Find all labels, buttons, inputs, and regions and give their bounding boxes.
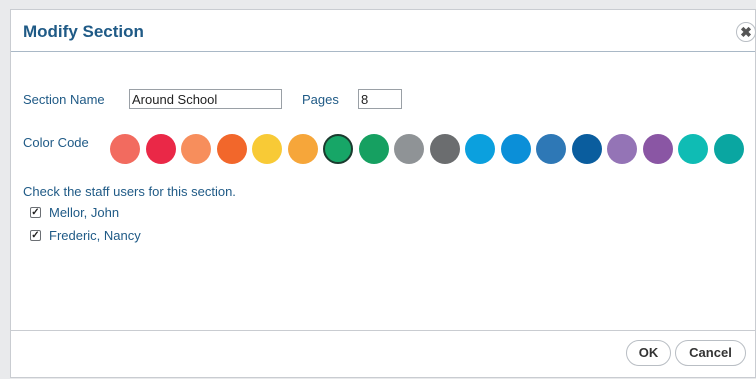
color-swatch[interactable] [429,134,460,164]
color-swatch[interactable] [571,134,602,164]
checkbox[interactable]: ✓ [30,207,41,218]
color-swatch[interactable] [145,134,176,164]
color-swatch[interactable] [216,134,247,164]
staff-name: Frederic, Nancy [49,228,141,243]
color-swatch[interactable] [607,134,637,164]
color-swatch[interactable] [287,134,318,164]
staff-prompt: Check the staff users for this section. [23,184,236,199]
modify-section-dialog: Modify Section ✖ Section Name Pages Colo… [10,9,756,378]
color-swatch[interactable] [678,134,708,164]
checkbox[interactable]: ✓ [30,230,41,241]
color-swatch[interactable] [536,134,566,164]
color-swatch[interactable] [252,134,282,164]
color-swatch[interactable] [713,134,744,164]
dialog-title: Modify Section [23,22,144,41]
dialog-header: Modify Section ✖ [11,10,756,52]
color-code-label: Color Code [23,135,89,150]
staff-name: Mellor, John [49,205,120,220]
pages-input[interactable] [358,89,402,109]
color-swatch[interactable] [394,134,424,164]
close-icon[interactable]: ✖ [736,22,756,42]
color-swatch[interactable] [110,134,140,164]
section-name-input[interactable] [129,89,282,109]
color-swatch[interactable] [323,134,353,164]
pages-label: Pages [302,92,339,107]
footer-divider [11,330,755,331]
section-name-label: Section Name [23,92,105,107]
color-swatch[interactable] [181,134,211,164]
color-swatch[interactable] [465,134,495,164]
color-swatch[interactable] [642,134,673,164]
color-swatch[interactable] [500,134,531,164]
color-swatch[interactable] [358,134,389,164]
ok-button[interactable]: OK [626,340,671,366]
cancel-button[interactable]: Cancel [675,340,746,366]
